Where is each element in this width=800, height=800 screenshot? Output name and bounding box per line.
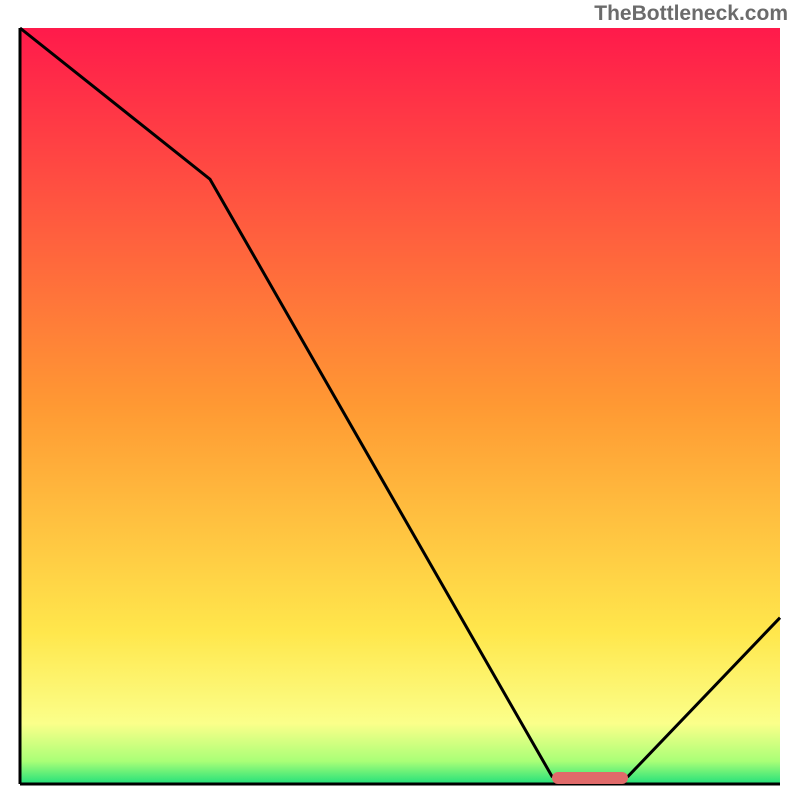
attribution-text: TheBottleneck.com xyxy=(594,2,788,26)
optimal-marker xyxy=(552,772,628,784)
plot-background xyxy=(20,28,780,784)
chart-container: TheBottleneck.com xyxy=(0,0,800,800)
chart-svg xyxy=(0,0,800,800)
